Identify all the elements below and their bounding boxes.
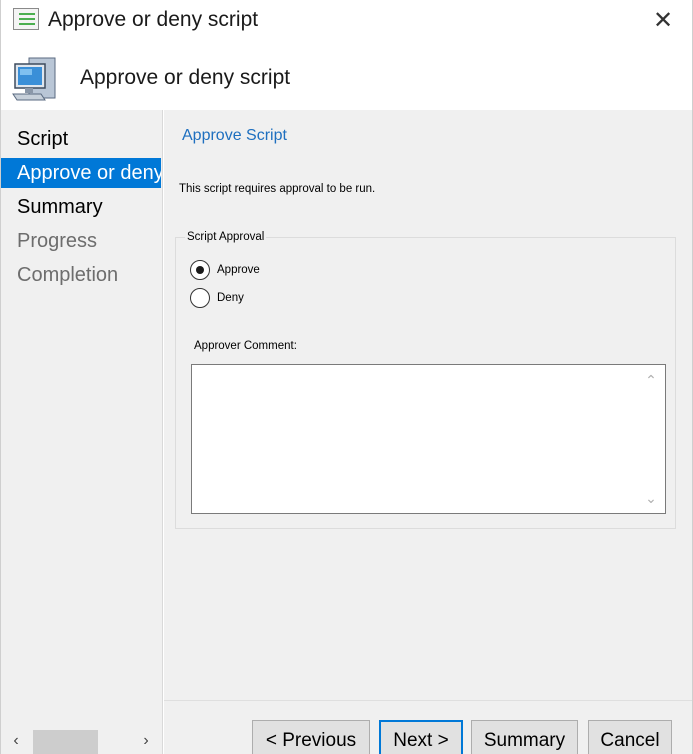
scrollbar-thumb[interactable] [33,730,98,754]
step-script[interactable]: Script [1,124,161,154]
approver-comment-field[interactable] [192,365,637,513]
approve-label: Approve [217,264,260,276]
comment-vertical-scrollbar[interactable]: ⌃ ⌄ [637,365,665,513]
scroll-down-icon[interactable]: ⌄ [637,485,665,511]
list-icon [13,8,39,30]
wizard-steps-sidebar: Script Approve or deny script Summary Pr… [1,110,163,754]
computer-icon [12,57,56,101]
script-approval-group: Script Approval Approve Deny Approver Co… [175,231,676,529]
wizard-header: Approve or deny script [1,40,692,110]
footer-divider [164,700,692,701]
header-title: Approve or deny script [80,66,291,89]
summary-button[interactable]: Summary [471,720,578,754]
approve-option[interactable]: Approve [190,260,260,280]
scroll-up-icon[interactable]: ⌃ [637,367,665,393]
next-button[interactable]: Next > [379,720,463,754]
group-label: Script Approval [185,231,267,243]
step-approve-or-deny[interactable]: Approve or deny script [1,158,161,188]
sidebar-horizontal-scrollbar[interactable]: ‹ › [1,728,161,754]
wizard-window: Approve or deny script ✕ Approve or deny… [0,0,693,754]
step-progress: Progress [17,230,98,252]
approver-comment-box[interactable]: ⌃ ⌄ [191,364,666,514]
description-text: This script requires approval to be run. [179,183,376,195]
comment-label: Approver Comment: [194,340,297,352]
main-panel: Approve Script This script requires appr… [164,110,692,754]
approve-radio[interactable] [190,260,210,280]
step-summary[interactable]: Summary [1,192,161,222]
scroll-left-icon[interactable]: ‹ [3,728,29,754]
previous-button[interactable]: < Previous [252,720,370,754]
title-bar: Approve or deny script ✕ [1,0,692,40]
deny-option[interactable]: Deny [190,288,244,308]
deny-radio[interactable] [190,288,210,308]
section-heading: Approve Script [182,127,287,144]
deny-label: Deny [217,292,244,304]
scroll-right-icon[interactable]: › [133,728,159,754]
step-completion: Completion [17,264,119,286]
cancel-button[interactable]: Cancel [588,720,672,754]
close-button[interactable]: ✕ [648,6,678,34]
window-title: Approve or deny script [48,8,259,31]
close-icon: ✕ [652,6,674,34]
